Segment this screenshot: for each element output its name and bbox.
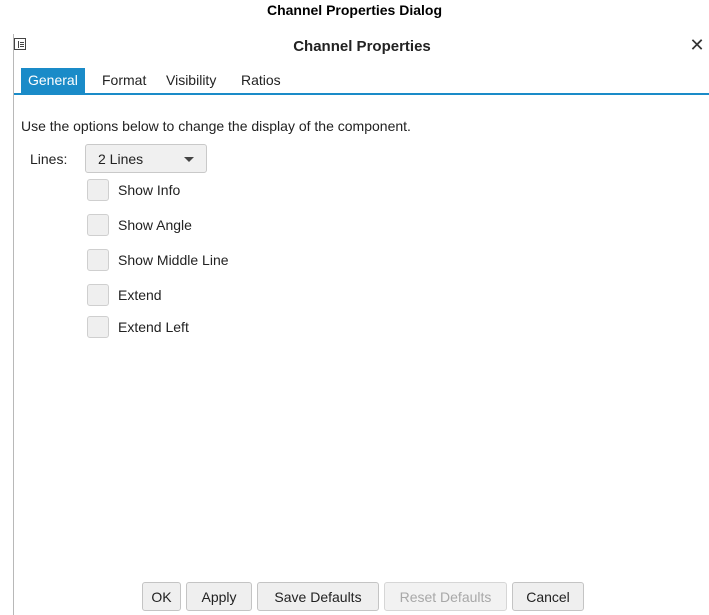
image-caption: Channel Properties Dialog [266,2,443,18]
show-angle-checkbox[interactable] [87,214,109,236]
chevron-down-icon [184,157,194,162]
title-bar[interactable]: Channel Properties ✕ [14,34,709,60]
extend-left-checkbox[interactable] [87,316,109,338]
cancel-button[interactable]: Cancel [512,582,584,611]
description-text: Use the options below to change the disp… [21,118,411,134]
channel-properties-dialog: Channel Properties ✕ General Format Visi… [13,34,709,615]
ok-button[interactable]: OK [142,582,181,611]
save-defaults-button[interactable]: Save Defaults [257,582,379,611]
extend-checkbox[interactable] [87,284,109,306]
reset-defaults-button: Reset Defaults [384,582,507,611]
close-icon[interactable]: ✕ [688,35,706,55]
lines-dropdown-value: 2 Lines [98,151,144,167]
lines-label: Lines: [30,151,68,167]
tab-bar: General Format Visibility Ratios [14,68,709,95]
tab-general[interactable]: General [21,68,85,93]
tab-ratios[interactable]: Ratios [234,68,288,93]
show-middle-line-checkbox[interactable] [87,249,109,271]
dialog-title: Channel Properties [293,38,431,55]
show-angle-label: Show Angle [118,217,192,233]
show-info-label: Show Info [118,182,181,198]
extend-label: Extend [118,287,162,303]
extend-left-label: Extend Left [118,319,189,335]
show-info-checkbox[interactable] [87,179,109,201]
tab-format[interactable]: Format [95,68,153,93]
lines-dropdown[interactable]: 2 Lines [85,144,207,173]
apply-button[interactable]: Apply [186,582,252,611]
show-middle-line-label: Show Middle Line [118,252,229,268]
tab-visibility[interactable]: Visibility [159,68,223,93]
